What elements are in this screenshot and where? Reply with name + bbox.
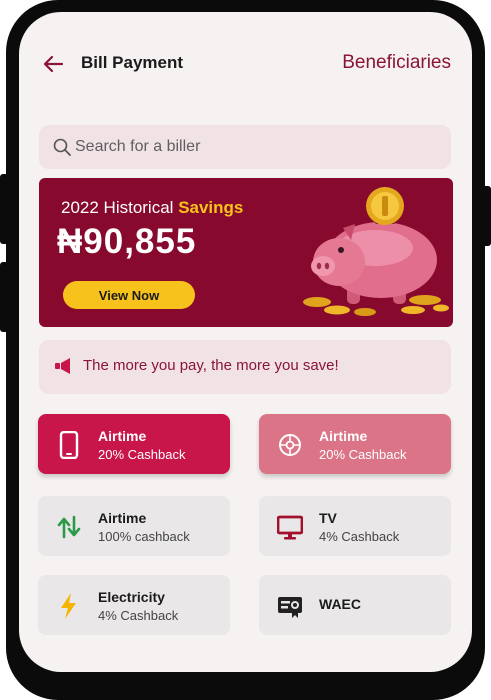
savings-banner: 2022 Historical Savings ₦90,855 View Now xyxy=(39,178,453,327)
volume-down-button xyxy=(0,262,10,332)
phone-frame: Bill Payment Beneficiaries 2022 Historic… xyxy=(0,0,491,700)
volume-up-button xyxy=(0,174,10,244)
banner-label-highlight: Savings xyxy=(178,198,244,217)
app-screen: Bill Payment Beneficiaries 2022 Historic… xyxy=(19,12,472,672)
biller-search-bar[interactable] xyxy=(39,125,451,169)
certificate-icon xyxy=(278,597,302,618)
biller-title: Airtime xyxy=(319,428,368,444)
piggy-bank-icon xyxy=(303,187,449,316)
app-header: Bill Payment Beneficiaries xyxy=(41,52,451,76)
biller-tile-airtime[interactable]: Airtime 20% Cashback xyxy=(38,414,230,474)
beneficiaries-link[interactable]: Beneficiaries xyxy=(342,52,451,74)
banner-label-text: 2022 Historical xyxy=(61,198,174,217)
megaphone-icon xyxy=(55,358,70,374)
lightning-icon xyxy=(61,593,76,619)
biller-tile-waec[interactable]: WAEC xyxy=(259,575,451,635)
back-arrow-icon[interactable] xyxy=(41,52,65,76)
promo-text: The more you pay, the more you save! xyxy=(83,357,339,374)
banner-label: 2022 Historical Savings xyxy=(61,198,243,218)
biller-title: Electricity xyxy=(98,589,165,605)
search-input[interactable] xyxy=(75,125,435,169)
biller-cashback: 4% Cashback xyxy=(319,529,400,544)
search-icon xyxy=(53,138,71,156)
biller-cashback: 20% Cashback xyxy=(98,447,186,462)
phone-icon xyxy=(59,431,79,459)
biller-cashback: 100% cashback xyxy=(98,529,190,544)
promo-banner: The more you pay, the more you save! xyxy=(39,340,451,394)
view-now-button[interactable]: View Now xyxy=(63,281,195,309)
data-transfer-icon xyxy=(57,515,81,539)
biller-title: Airtime xyxy=(98,428,147,444)
globe-icon xyxy=(279,434,301,456)
biller-tile-electricity[interactable]: Electricity 4% Cashback xyxy=(38,575,230,635)
biller-tile-data[interactable]: Airtime 100% cashback xyxy=(38,496,230,556)
savings-amount: ₦90,855 xyxy=(57,222,197,261)
power-button xyxy=(481,186,491,246)
biller-tile-tv[interactable]: TV 4% Cashback xyxy=(259,496,451,556)
biller-title: WAEC xyxy=(319,596,361,612)
tv-icon xyxy=(277,515,303,540)
biller-cashback: 4% Cashback xyxy=(98,608,179,623)
biller-title: TV xyxy=(319,510,337,526)
biller-tile-airtime-alt[interactable]: Airtime 20% Cashback xyxy=(259,414,451,474)
biller-title: Airtime xyxy=(98,510,147,526)
page-title: Bill Payment xyxy=(81,53,184,72)
biller-cashback: 20% Cashback xyxy=(319,447,407,462)
